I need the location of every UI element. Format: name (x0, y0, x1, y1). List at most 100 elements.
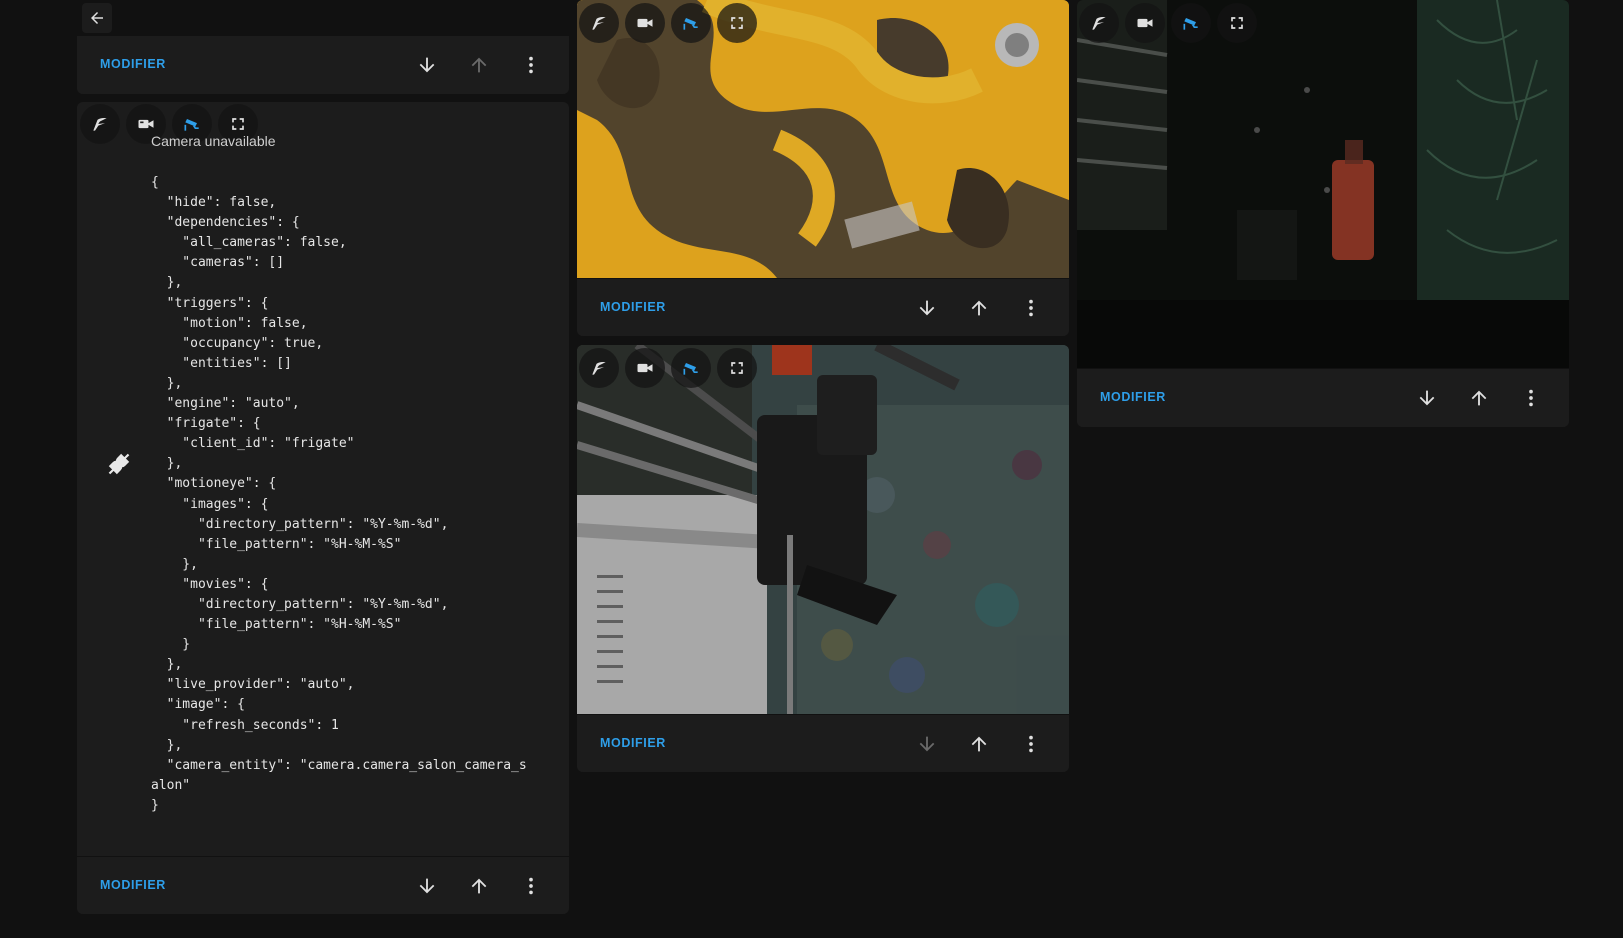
fullscreen-icon (731, 17, 743, 29)
arrow-left-icon (91, 12, 103, 24)
modifier-label[interactable]: MODIFIER (600, 736, 666, 750)
frigate-button[interactable] (579, 3, 619, 43)
card-camera-ants: MODIFIER (577, 0, 1069, 336)
card-camera-room: MODIFIER (1077, 0, 1569, 427)
move-up-button[interactable] (467, 53, 491, 77)
config-line: "movies": { (151, 576, 269, 592)
arrow-down-icon (919, 736, 935, 752)
more-options-button[interactable] (1019, 296, 1043, 320)
fullscreen-button[interactable] (717, 3, 757, 43)
camera-status: Camera unavailable (151, 133, 276, 149)
config-line: "occupancy": true, (151, 335, 324, 351)
camera-button[interactable] (1125, 3, 1165, 43)
modifier-label[interactable]: MODIFIER (100, 878, 166, 892)
card-footer: MODIFIER (77, 35, 569, 94)
move-up-button[interactable] (1467, 386, 1491, 410)
config-line: }, (151, 456, 183, 472)
camera-toolbar (579, 3, 757, 43)
frigate-icon (592, 361, 606, 375)
config-line: "refresh_seconds": 1 (151, 717, 339, 733)
cctv-button[interactable] (671, 348, 711, 388)
camera-button[interactable] (625, 348, 665, 388)
video-camera-icon (1137, 18, 1153, 28)
dots-vertical-icon (1029, 299, 1033, 317)
card-top-left: MODIFIER (77, 0, 569, 94)
config-line: "all_cameras": false, (151, 235, 347, 251)
config-line: }, (151, 375, 183, 391)
config-code: { "hide": false, "dependencies": { "all_… (151, 173, 527, 816)
dots-vertical-icon (1529, 389, 1533, 407)
arrow-up-icon (1471, 390, 1487, 406)
card-footer: MODIFIER (1077, 368, 1569, 427)
config-line: "images": { (151, 496, 269, 512)
cctv-button[interactable] (671, 3, 711, 43)
config-line: }, (151, 556, 198, 572)
config-line: "hide": false, (151, 195, 277, 211)
card-footer: MODIFIER (577, 714, 1069, 772)
config-line: }, (151, 657, 183, 673)
camera-feed-printer[interactable] (577, 345, 1069, 714)
arrow-up-icon (971, 736, 987, 752)
card-config: Camera unavailable { "hide": false, "dep… (77, 102, 569, 914)
camera-button[interactable] (625, 3, 665, 43)
move-up-button[interactable] (967, 296, 991, 320)
move-down-button[interactable] (915, 296, 939, 320)
modifier-label[interactable]: MODIFIER (600, 300, 666, 314)
config-line: "directory_pattern": "%Y-%m-%d", (151, 516, 449, 532)
arrow-up-icon (471, 57, 487, 73)
config-line: "engine": "auto", (151, 396, 300, 412)
move-up-button[interactable] (967, 732, 991, 756)
more-options-button[interactable] (1519, 386, 1543, 410)
config-line: "entities": [] (151, 355, 292, 371)
camera-feed-room[interactable] (1077, 0, 1569, 368)
frigate-icon (93, 117, 107, 131)
config-line: }, (151, 737, 183, 753)
move-down-button[interactable] (415, 874, 439, 898)
back-button[interactable] (82, 3, 112, 33)
dots-vertical-icon (1029, 735, 1033, 753)
frigate-button[interactable] (80, 104, 120, 144)
config-line: "cameras": [] (151, 255, 285, 271)
modifier-label[interactable]: MODIFIER (100, 57, 166, 71)
move-down-button[interactable] (1415, 386, 1439, 410)
frigate-button[interactable] (1079, 3, 1119, 43)
config-line: "camera_entity": "camera.camera_salon_ca… (151, 757, 527, 773)
fullscreen-button[interactable] (1217, 3, 1257, 43)
more-options-button[interactable] (519, 874, 543, 898)
fullscreen-icon (1231, 17, 1243, 29)
video-camera-icon (138, 119, 154, 129)
config-line: "frigate": { (151, 416, 261, 432)
dots-vertical-icon (529, 56, 533, 74)
fullscreen-button[interactable] (717, 348, 757, 388)
top-bar (77, 0, 569, 35)
video-camera-icon (637, 363, 653, 373)
dots-vertical-icon (529, 877, 533, 895)
move-down-button[interactable] (915, 732, 939, 756)
move-up-button[interactable] (467, 874, 491, 898)
move-down-button[interactable] (415, 53, 439, 77)
card-footer: MODIFIER (577, 278, 1069, 336)
more-options-button[interactable] (1019, 732, 1043, 756)
more-options-button[interactable] (519, 53, 543, 77)
config-line: "file_pattern": "%H-%M-%S" (151, 617, 402, 633)
config-line: "directory_pattern": "%Y-%m-%d", (151, 596, 449, 612)
config-line: { (151, 175, 159, 190)
cctv-icon (184, 119, 199, 131)
fullscreen-icon (731, 362, 743, 374)
arrow-down-icon (419, 878, 435, 894)
cctv-button[interactable] (1171, 3, 1211, 43)
config-line: }, (151, 275, 183, 291)
config-line: "image": { (151, 697, 245, 713)
config-line: "file_pattern": "%H-%M-%S" (151, 536, 402, 552)
disconnected-indicator (106, 451, 132, 477)
card-footer: MODIFIER (77, 856, 569, 914)
frigate-button[interactable] (579, 348, 619, 388)
arrow-down-icon (1419, 390, 1435, 406)
camera-image (1077, 0, 1569, 368)
modifier-label[interactable]: MODIFIER (1100, 390, 1166, 404)
frigate-icon (1092, 16, 1106, 30)
arrow-up-icon (471, 878, 487, 894)
camera-feed-ants[interactable] (577, 0, 1069, 278)
camera-image (577, 345, 1069, 714)
config-line: "triggers": { (151, 295, 269, 311)
